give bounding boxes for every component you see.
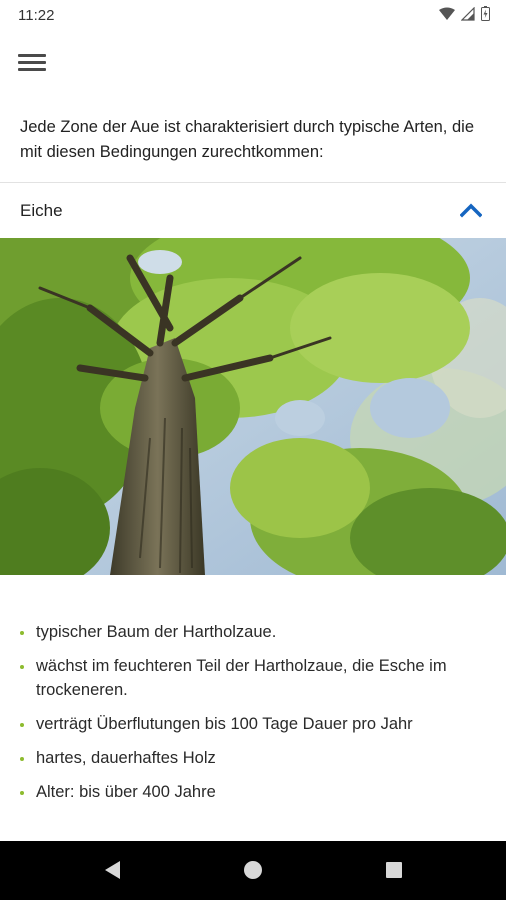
bullet-icon	[20, 665, 24, 669]
status-bar: 11:22	[0, 0, 506, 32]
app-bar	[0, 32, 506, 102]
accordion-title: Eiche	[20, 201, 63, 220]
list-item: Alter: bis über 400 Jahre	[20, 780, 490, 804]
chevron-up-icon[interactable]	[460, 202, 482, 218]
list-item: verträgt Überflutungen bis 100 Tage Daue…	[20, 712, 490, 736]
bullet-icon	[20, 723, 24, 727]
list-item-text: wächst im feuchteren Teil der Hartholzau…	[36, 657, 447, 699]
wifi-icon	[439, 7, 455, 20]
status-icons	[439, 6, 490, 21]
oak-tree-photo	[0, 238, 506, 575]
accordion-header-eiche[interactable]: Eiche	[0, 183, 506, 238]
bullet-icon	[20, 631, 24, 635]
system-navigation-bar	[0, 841, 506, 900]
status-time: 11:22	[18, 7, 55, 24]
list-item-text: verträgt Überflutungen bis 100 Tage Daue…	[36, 715, 413, 733]
list-item-text: hartes, dauerhaftes Holz	[36, 749, 216, 767]
bullet-icon	[20, 791, 24, 795]
list-item-text: Alter: bis über 400 Jahre	[36, 783, 216, 801]
home-icon[interactable]	[243, 859, 263, 881]
fact-list: typischer Baum der Hartholzaue. wächst i…	[20, 620, 490, 814]
list-item: hartes, dauerhaftes Holz	[20, 746, 490, 770]
back-icon[interactable]	[102, 859, 122, 881]
battery-icon	[481, 6, 490, 21]
hamburger-menu-icon[interactable]	[14, 50, 50, 82]
intro-text: Jede Zone der Aue ist charakterisiert du…	[20, 118, 474, 161]
oak-tree-illustration	[0, 238, 506, 575]
list-item: wächst im feuchteren Teil der Hartholzau…	[20, 654, 490, 702]
signal-icon	[461, 6, 475, 21]
bullet-icon	[20, 757, 24, 761]
list-item-text: typischer Baum der Hartholzaue.	[36, 623, 277, 641]
list-item: typischer Baum der Hartholzaue.	[20, 620, 490, 644]
recents-icon[interactable]	[384, 859, 404, 881]
